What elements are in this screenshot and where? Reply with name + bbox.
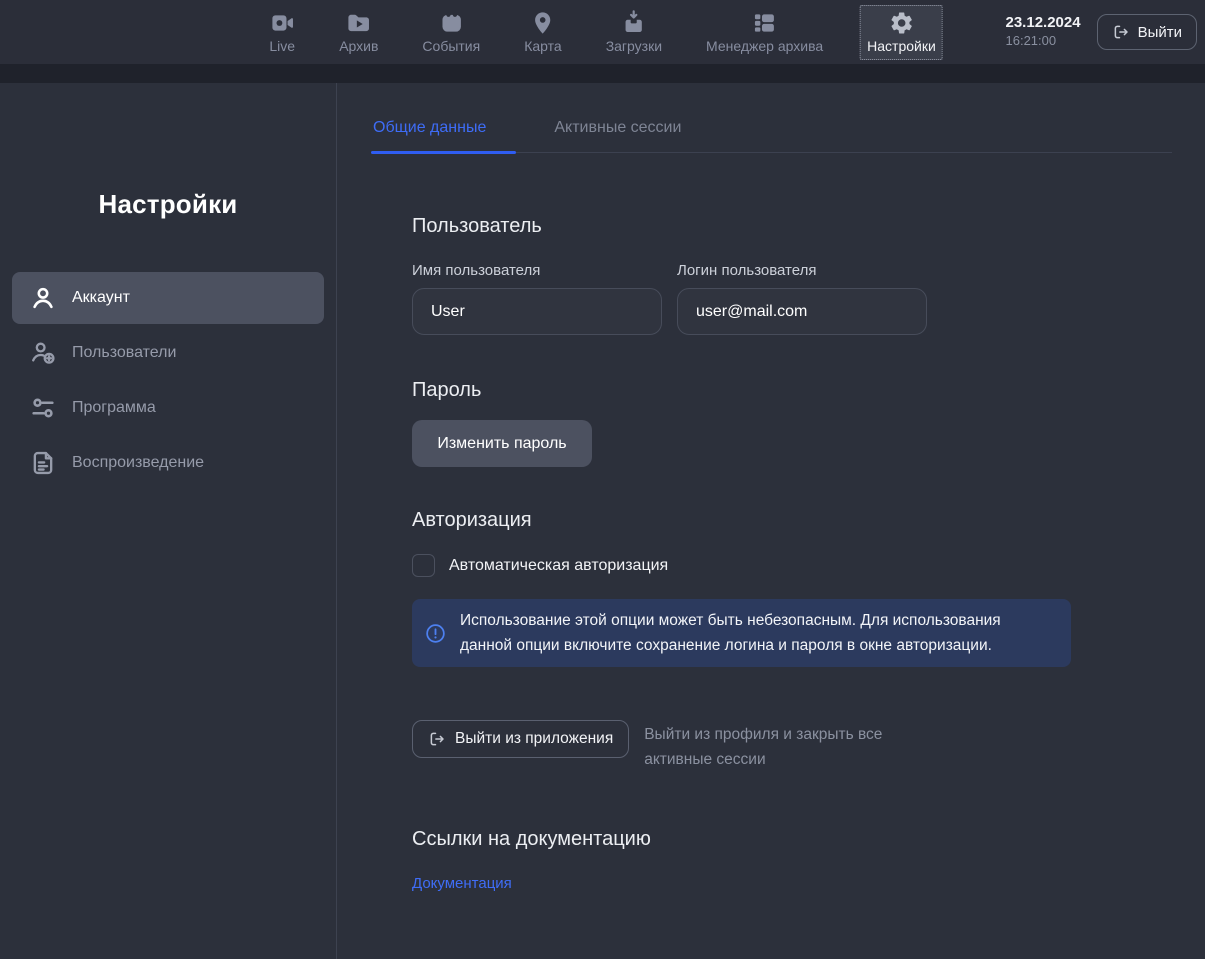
tab-active-sessions[interactable]: Активные сессии xyxy=(552,115,683,152)
sidebar-item-users[interactable]: Пользователи xyxy=(12,327,324,379)
sliders-icon xyxy=(29,394,57,422)
topnav-item-live[interactable]: Live xyxy=(262,5,302,60)
calendar-icon xyxy=(438,10,464,36)
auto-auth-checkbox[interactable] xyxy=(412,554,435,577)
sidebar-item-playback[interactable]: Воспроизведение xyxy=(12,437,324,489)
topnav-label-settings: Настройки xyxy=(867,38,936,54)
datetime-display: 23.12.2024 16:21:00 xyxy=(1006,14,1081,50)
videocam-icon xyxy=(269,10,295,36)
topbar-right-controls: 23.12.2024 16:21:00 Выйти xyxy=(1006,0,1198,64)
auth-warning-box: Использование этой опции может быть небе… xyxy=(412,599,1071,667)
user-fields-row: Имя пользователя Логин пользователя xyxy=(412,262,1205,335)
documentation-link[interactable]: Документация xyxy=(412,875,512,892)
topnav-item-archive-manager[interactable]: Менеджер архива xyxy=(699,5,830,60)
tab-bar: Общие данные Активные сессии xyxy=(371,115,1172,153)
topnav-item-settings[interactable]: Настройки xyxy=(860,5,943,60)
document-icon xyxy=(29,449,57,477)
workspace-strip xyxy=(0,64,1205,83)
content-area: Настройки Аккаунт Пользователи Программа xyxy=(0,83,1205,959)
authorization-section-title: Авторизация xyxy=(412,509,1205,532)
exit-button-label: Выйти xyxy=(1138,24,1182,41)
docs-section-title: Ссылки на документацию xyxy=(412,828,1205,851)
username-input[interactable] xyxy=(412,288,662,335)
top-navigation: Live Архив События Карта Загрузки xyxy=(262,5,943,60)
current-date: 23.12.2024 xyxy=(1006,14,1081,32)
documentation-section: Ссылки на документацию Документация xyxy=(412,828,1205,893)
password-section: Пароль Изменить пароль xyxy=(412,379,1205,467)
logout-icon xyxy=(1112,23,1130,41)
user-section-title: Пользователь xyxy=(412,215,1205,238)
sidebar-item-label: Программа xyxy=(72,399,156,417)
login-input[interactable] xyxy=(677,288,927,335)
auto-auth-checkbox-label: Автоматическая авторизация xyxy=(449,557,668,575)
user-add-icon xyxy=(29,339,57,367)
logout-app-button[interactable]: Выйти из приложения xyxy=(412,720,629,758)
tab-general-data[interactable]: Общие данные xyxy=(371,115,488,152)
user-icon xyxy=(29,284,57,312)
authorization-section: Авторизация Автоматическая авторизация И… xyxy=(412,509,1205,667)
settings-sidebar: Настройки Аккаунт Пользователи Программа xyxy=(0,83,337,959)
settings-sections: Пользователь Имя пользователя Логин поль… xyxy=(412,215,1205,893)
topnav-label-events: События xyxy=(422,38,480,54)
sidebar-item-label: Аккаунт xyxy=(72,289,130,307)
logout-icon xyxy=(428,730,446,748)
topnav-label-downloads: Загрузки xyxy=(606,38,662,54)
password-section-title: Пароль xyxy=(412,379,1205,402)
topnav-item-archive[interactable]: Архив xyxy=(332,5,385,60)
user-section: Пользователь Имя пользователя Логин поль… xyxy=(412,215,1205,335)
topnav-label-map: Карта xyxy=(524,38,561,54)
exit-button[interactable]: Выйти xyxy=(1097,14,1197,50)
topnav-item-map[interactable]: Карта xyxy=(517,5,568,60)
auth-warning-text: Использование этой опции может быть небе… xyxy=(460,608,1057,658)
logout-section: Выйти из приложения Выйти из профиля и з… xyxy=(412,720,1205,772)
map-pin-icon xyxy=(530,10,556,36)
login-label: Логин пользователя xyxy=(677,262,927,279)
settings-main: Общие данные Активные сессии Пользовател… xyxy=(337,83,1205,959)
download-box-icon xyxy=(621,10,647,36)
sidebar-title: Настройки xyxy=(0,189,336,220)
logout-description: Выйти из профиля и закрыть все активные … xyxy=(644,722,934,772)
username-label: Имя пользователя xyxy=(412,262,662,279)
gear-icon xyxy=(888,10,914,36)
auto-auth-checkbox-row[interactable]: Автоматическая авторизация xyxy=(412,554,1205,577)
login-field-group: Логин пользователя xyxy=(677,262,927,335)
topnav-item-events[interactable]: События xyxy=(415,5,487,60)
top-bar: Live Архив События Карта Загрузки xyxy=(0,0,1205,64)
current-time: 16:21:00 xyxy=(1006,32,1081,50)
info-alert-icon xyxy=(424,622,447,645)
logout-app-button-label: Выйти из приложения xyxy=(455,730,613,748)
sidebar-item-label: Воспроизведение xyxy=(72,454,204,472)
topnav-label-live: Live xyxy=(269,38,295,54)
sidebar-item-account[interactable]: Аккаунт xyxy=(12,272,324,324)
folder-play-icon xyxy=(346,10,372,36)
topnav-label-archive-manager: Менеджер архива xyxy=(706,38,823,54)
topnav-item-downloads[interactable]: Загрузки xyxy=(599,5,669,60)
sidebar-nav: Аккаунт Пользователи Программа Воспроизв… xyxy=(0,272,336,489)
sidebar-item-label: Пользователи xyxy=(72,344,176,362)
sidebar-item-program[interactable]: Программа xyxy=(12,382,324,434)
change-password-button[interactable]: Изменить пароль xyxy=(412,420,592,467)
topnav-label-archive: Архив xyxy=(339,38,378,54)
username-field-group: Имя пользователя xyxy=(412,262,662,335)
archive-grid-icon xyxy=(752,10,778,36)
